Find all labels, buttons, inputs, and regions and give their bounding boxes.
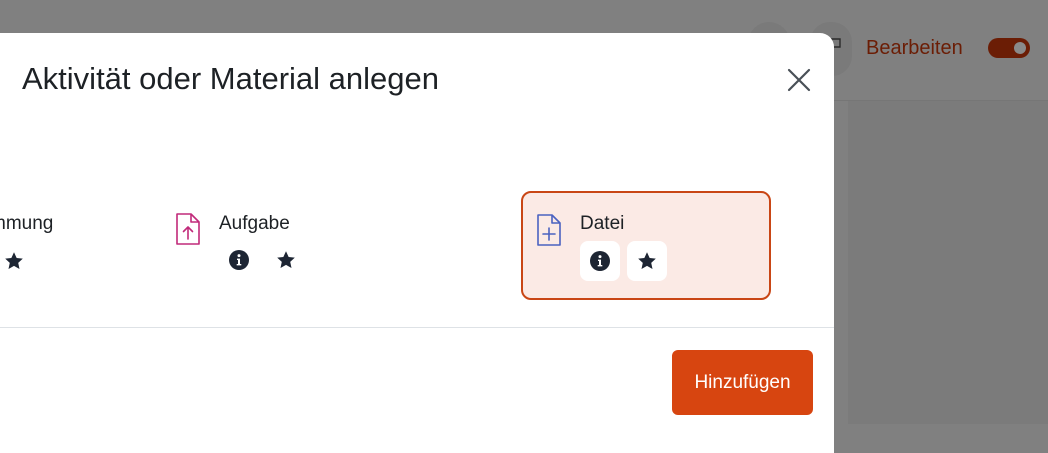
edit-mode-label: Bearbeiten — [866, 37, 963, 59]
info-button-aufgabe[interactable] — [219, 240, 259, 280]
activity-label-partial[interactable]: mmung — [0, 212, 53, 236]
favourite-button-datei[interactable] — [627, 241, 667, 281]
favourite-button-aufgabe[interactable] — [266, 240, 306, 280]
toggle-knob — [1014, 42, 1026, 54]
info-button-datei[interactable] — [580, 241, 620, 281]
activity-label-datei: Datei — [580, 213, 625, 234]
activity-card-datei[interactable]: Datei — [521, 191, 771, 300]
close-icon[interactable] — [786, 67, 812, 93]
star-icon — [5, 252, 23, 269]
add-button[interactable]: Hinzufügen — [672, 350, 813, 415]
edit-mode-toggle[interactable] — [988, 38, 1030, 58]
favourite-button[interactable] — [0, 241, 34, 281]
footer-divider — [0, 327, 834, 328]
activity-label-aufgabe[interactable]: Aufgabe — [219, 212, 290, 236]
file-upload-icon — [176, 213, 200, 245]
activity-chooser-modal: Aktivität oder Material anlegen mmung Au… — [0, 33, 834, 453]
star-icon — [277, 251, 295, 268]
file-plus-icon — [537, 214, 561, 246]
course-index-backdrop — [848, 101, 1048, 424]
info-icon — [590, 251, 610, 271]
modal-title: Aktivität oder Material anlegen — [22, 61, 440, 96]
star-icon — [638, 252, 656, 269]
info-icon — [229, 250, 249, 270]
